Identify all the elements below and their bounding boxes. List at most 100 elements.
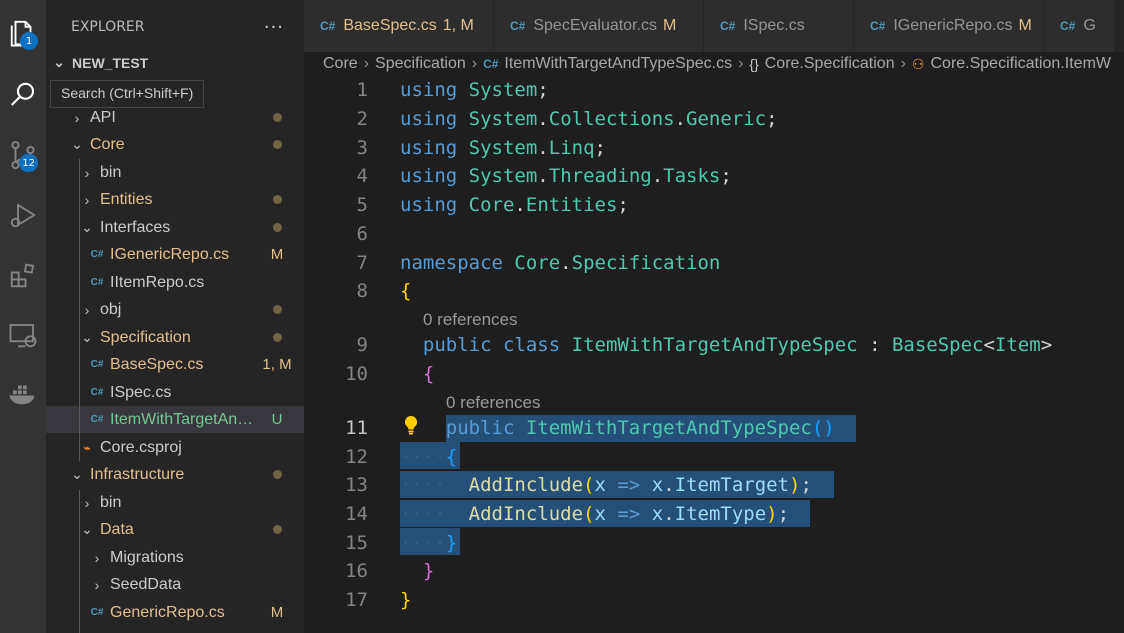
indent-guide [79,490,80,633]
tree-item-label: bin [100,493,122,511]
tree-item[interactable]: › SeedData [46,571,304,598]
code-editor[interactable]: 0 references 0 references 1 using System;… [304,76,1124,633]
csharp-file-icon: C# [483,57,499,71]
git-status: U [271,411,283,428]
code-token: namespace [400,252,503,274]
code-line: ···· AddInclude(x => x.ItemType); [400,500,789,528]
editor-tab[interactable]: C# G [1044,0,1115,52]
source-control-activity-button[interactable]: 12 [0,132,46,178]
code-token: x [651,503,664,525]
code-token: ItemWithTargetAndTypeSpec [525,417,812,439]
tree-item[interactable]: C# IGenericRepo.cs M [46,241,304,268]
explorer-root-folder[interactable]: ⌄ NEW_TEST [46,49,304,76]
tab-label: ISpec.cs [743,17,805,34]
tree-item[interactable]: C# GenericRepo.cs M [46,599,304,626]
chevron-down-icon: ⌄ [71,466,83,482]
tree-item[interactable]: › Migrations [46,544,304,571]
breadcrumb-item-namespace[interactable]: Core.Specification [765,55,895,73]
code-token: Core [514,252,561,274]
code-token: ( [583,474,595,496]
explorer-activity-button[interactable]: 1 [0,10,46,56]
line-number: 4 [356,165,368,187]
modified-dot-icon [258,329,304,346]
code-token: ItemTarget [674,474,790,496]
editor-tab[interactable]: C# SpecEvaluator.cs M [494,0,704,52]
code-token: class [502,334,561,356]
tree-item[interactable]: › bin [46,159,304,186]
run-debug-activity-button[interactable] [0,192,46,238]
tree-item[interactable]: › API [46,104,304,131]
tree-item-label: Infrastructure [90,465,185,483]
remote-explorer-activity-button[interactable] [0,312,46,358]
tree-item[interactable]: C# ISpec.cs [46,379,304,406]
codelens-references[interactable]: 0 references [423,307,518,333]
tree-item-label: SeedData [110,575,182,593]
chevron-right-icon: › [84,191,90,208]
csharp-file-icon: C# [90,249,104,260]
code-token: ; [594,137,606,159]
code-token: } [445,532,458,554]
editor-tab[interactable]: C# BaseSpec.cs 1, M [304,0,494,52]
docker-activity-button[interactable] [0,370,46,416]
chevron-right-icon: › [84,164,90,181]
line-number: 7 [356,252,368,274]
breadcrumb-item-core[interactable]: Core [323,55,358,73]
code-line: ···· AddInclude(x => x.ItemTarget); [400,471,812,499]
code-token: ···· [400,446,446,468]
breadcrumb-item-class[interactable]: Core.Specification.ItemW [930,55,1111,73]
tab-label: BaseSpec.cs [343,17,437,34]
tree-item[interactable]: › Entities [46,186,304,213]
chevron-right-icon: › [94,576,100,593]
search-activity-button[interactable] [0,72,46,118]
tree-item[interactable]: ⌄ Data [46,516,304,543]
tree-item-label: GenericRepo.cs [110,603,225,621]
breadcrumb-item-file[interactable]: ItemWithTargetAndTypeSpec.cs [504,55,732,73]
editor-tab[interactable]: C# ISpec.cs [704,0,854,52]
tree-item[interactable]: C# ItemWithTargetAnd... U [46,406,304,433]
codelens-references[interactable]: 0 references [446,390,541,416]
code-token: x [594,474,606,496]
extensions-activity-button[interactable] [0,252,46,298]
tree-item[interactable]: ⌄ Core [46,131,304,158]
tab-status: M [1018,17,1032,34]
breadcrumb-item-specification[interactable]: Specification [375,55,466,73]
code-token: ; [777,503,790,525]
more-actions-icon[interactable]: ··· [264,17,284,38]
tree-item[interactable]: C# BaseSpec.cs 1, M [46,351,304,378]
chevron-right-icon: › [900,55,906,72]
tree-item-label: Entities [100,190,153,208]
code-line: namespace Core.Specification [400,249,720,277]
tree-item[interactable]: C# IItemRepo.cs [46,269,304,296]
code-token: () [811,417,835,439]
class-icon: ⚇ [911,55,925,72]
tree-item[interactable]: › bin [46,489,304,516]
tree-item[interactable]: ⌁ Core.csproj [46,434,304,461]
tree-item-label: IGenericRepo.cs [110,245,230,263]
tree-item-label: ItemWithTargetAnd... [110,410,258,428]
editor-tab[interactable]: C# IGenericRepo.cs M [854,0,1044,52]
tree-item[interactable]: ⌄ Infrastructure [46,461,304,488]
tree-item[interactable]: ⌄ Interfaces [46,214,304,241]
dot-icon [272,113,282,122]
code-token: AddInclude [468,503,584,525]
code-token: => [617,474,641,496]
code-line: ····{ [400,443,457,471]
code-token: { [422,363,435,385]
explorer-title: EXPLORER [71,19,145,35]
line-number: 15 [345,532,368,554]
tree-item[interactable]: ⌄ Specification [46,324,304,351]
csharp-file-icon: C# [510,19,526,33]
chevron-down-icon: ⌄ [81,219,93,235]
tree-item[interactable]: › obj [46,296,304,323]
code-token: System [468,165,538,187]
code-token: . [663,474,675,496]
line-number: 17 [345,589,368,611]
line-number: 13 [345,474,368,496]
remote-explorer-icon [9,324,37,348]
